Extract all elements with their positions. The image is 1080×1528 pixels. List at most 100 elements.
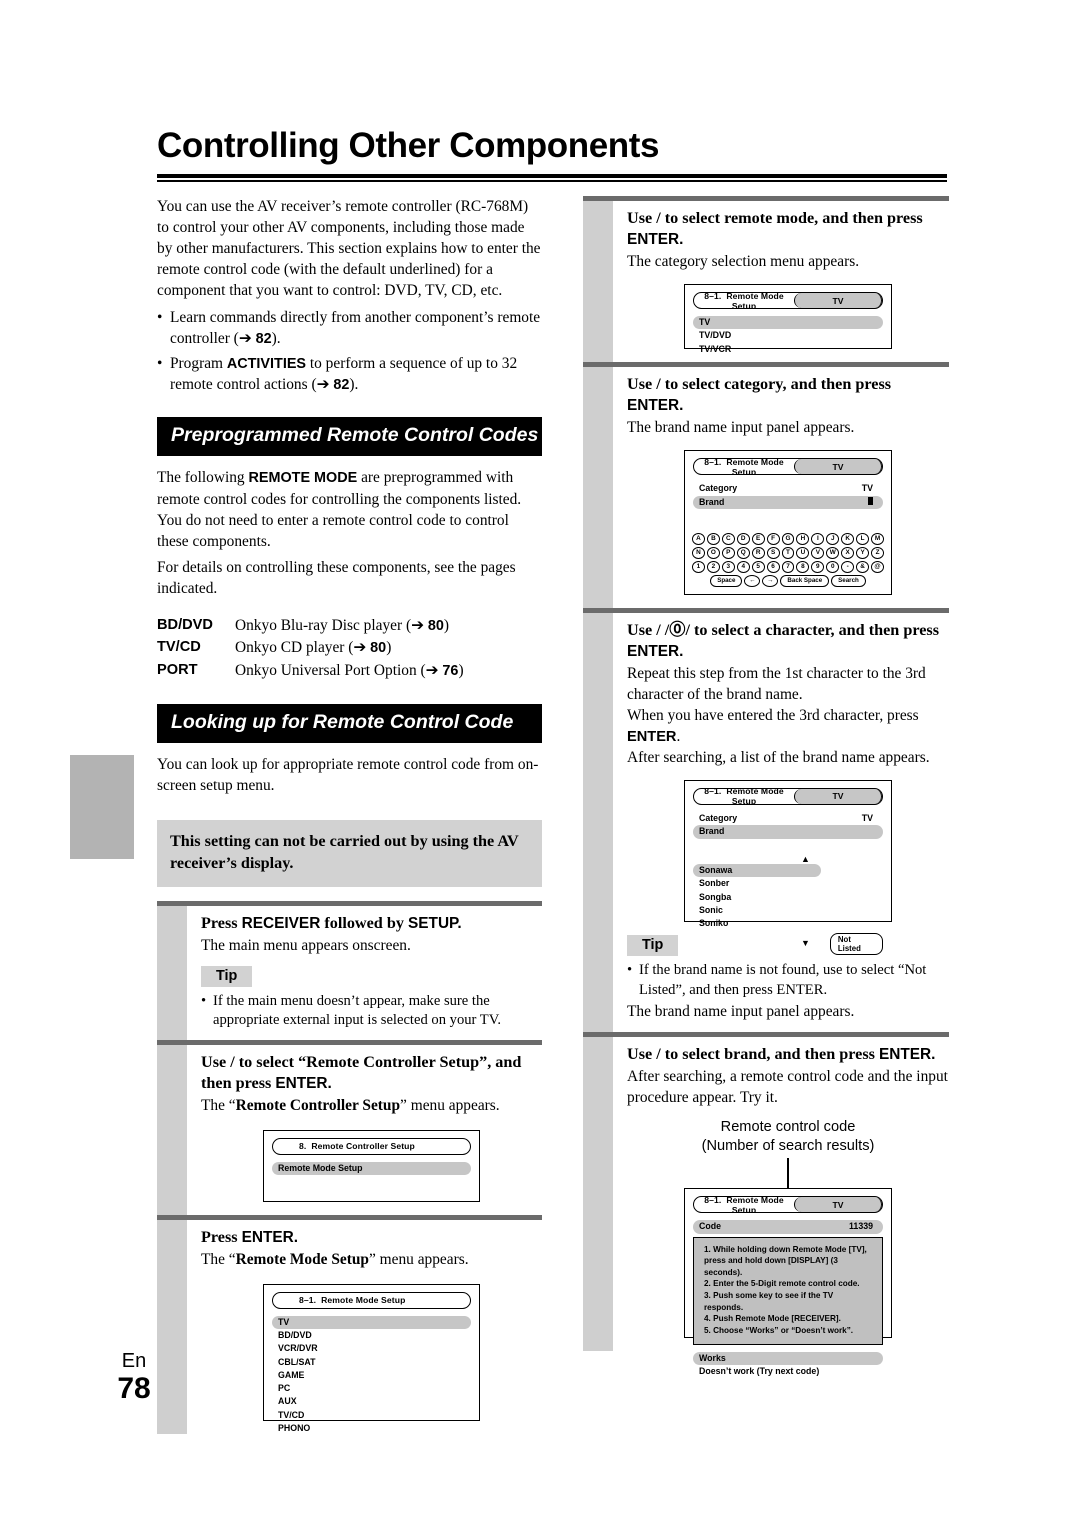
osd-row-label: Category <box>699 812 738 823</box>
key-a[interactable]: A <box>692 532 705 545</box>
osd-row-brand[interactable]: Brand <box>693 825 883 839</box>
step-2-title: Use / to select “Remote Controller Setup… <box>201 1052 522 1092</box>
osd-mode-chip: TV <box>794 788 882 804</box>
osd-onscreen-keyboard: A B C D E F G H I J K L M N O P Q R S T … <box>685 532 891 595</box>
key-1[interactable]: 1 <box>692 560 705 573</box>
osd-menu-item[interactable]: TV <box>272 1315 471 1330</box>
key-7[interactable]: 7 <box>781 560 795 573</box>
key-at[interactable]: @ <box>871 560 884 573</box>
osd-brand-item[interactable]: Sonic <box>693 904 821 917</box>
osd-menu-item[interactable]: AUX <box>272 1395 471 1408</box>
manual-page: Controlling Other Components You can use… <box>0 0 1080 1528</box>
osd-option-works[interactable]: Works <box>693 1351 883 1365</box>
key-4[interactable]: 4 <box>736 560 750 573</box>
osd-row-brand[interactable]: Brand <box>693 495 883 509</box>
key-i[interactable]: I <box>811 532 825 545</box>
key-n[interactable]: N <box>692 546 705 559</box>
key-h[interactable]: H <box>796 532 810 545</box>
key-x[interactable]: X <box>841 546 855 559</box>
key-ampersand[interactable]: & <box>856 560 870 573</box>
key-9[interactable]: 9 <box>811 560 825 573</box>
key-k[interactable]: K <box>841 532 855 545</box>
osd-title-bar: 8–1. Remote Mode Setup TV <box>693 787 883 805</box>
key-b[interactable]: B <box>706 532 720 545</box>
osd-menu-item[interactable]: PC <box>272 1382 471 1395</box>
osd-code-row-wrap: Code 11339 <box>685 1220 891 1234</box>
osd-menu-item[interactable]: PHONO <box>272 1422 471 1435</box>
not-listed-button[interactable]: Not Listed <box>829 932 883 955</box>
key-g[interactable]: G <box>781 532 795 545</box>
key-p[interactable]: P <box>721 546 735 559</box>
mode-description: Onkyo CD player (➔ 80) <box>235 639 392 657</box>
osd-option-doesnt-work[interactable]: Doesn’t work (Try next code) <box>693 1365 883 1378</box>
scroll-down-arrow-icon[interactable]: ▼ <box>801 939 810 948</box>
scroll-up-arrow-icon[interactable]: ▲ <box>801 854 883 864</box>
osd-brand-item[interactable]: Sonawa <box>693 863 821 878</box>
arrow-left-icon[interactable]: ← <box>744 574 761 587</box>
key-e[interactable]: E <box>751 532 765 545</box>
key-0[interactable]: 0 <box>826 560 840 573</box>
step-6-body-3: After searching, a list of the brand nam… <box>627 749 930 766</box>
step-3: Press ENTER. The “Remote Mode Setup” men… <box>157 1219 542 1434</box>
osd-menu-item[interactable]: BD/DVD <box>272 1329 471 1342</box>
osd-menu-item[interactable]: CBL/SAT <box>272 1356 471 1369</box>
key-c[interactable]: C <box>721 532 735 545</box>
key-s[interactable]: S <box>766 546 780 559</box>
key-o[interactable]: O <box>706 546 720 559</box>
osd-row-category: Category TV <box>693 482 883 495</box>
key-q[interactable]: Q <box>736 546 750 559</box>
osd-menu-item[interactable]: Remote Mode Setup <box>272 1161 471 1176</box>
osd-title-bar: 8–1. Remote Mode Setup TV <box>693 292 883 310</box>
key-j[interactable]: J <box>826 532 840 545</box>
key-2[interactable]: 2 <box>706 560 720 573</box>
osd-brand-input-panel: 8–1. Remote Mode Setup TV Category TV Br… <box>684 450 892 596</box>
key-3[interactable]: 3 <box>721 560 735 573</box>
key-6[interactable]: 6 <box>766 560 780 573</box>
key-z[interactable]: Z <box>871 546 884 559</box>
osd-menu-item[interactable]: TV/DVD <box>693 329 883 342</box>
step-7-body: After searching, a remote control code a… <box>627 1068 948 1107</box>
osd-code-result: 8–1. Remote Mode Setup TV Code 11339 1. … <box>684 1188 892 1376</box>
key-v[interactable]: V <box>811 546 825 559</box>
key-5[interactable]: 5 <box>751 560 765 573</box>
key-f[interactable]: F <box>766 532 780 545</box>
key-t[interactable]: T <box>781 546 795 559</box>
arrow-right-icon[interactable]: → <box>762 574 779 587</box>
osd-remote-mode-setup-list: 8–1. Remote Mode Setup TV BD/DVD VCR/DVR… <box>263 1283 480 1433</box>
page-edge-tab-marker <box>70 755 134 859</box>
page-footer: En 78 <box>104 1350 164 1405</box>
osd-brand-item[interactable]: Soniko <box>693 917 821 930</box>
osd-brand-item[interactable]: Sonber <box>693 877 821 890</box>
key-8[interactable]: 8 <box>796 560 810 573</box>
key-back-space[interactable]: Back Space <box>780 574 830 587</box>
key-u[interactable]: U <box>796 546 810 559</box>
instruction-line: press and hold down [DISPLAY] (3 seconds… <box>704 1256 838 1277</box>
key-search[interactable]: Search <box>831 574 866 587</box>
osd-brand-item[interactable]: Songba <box>693 891 821 904</box>
osd-menu-item[interactable]: GAME <box>272 1369 471 1382</box>
key-r[interactable]: R <box>751 546 765 559</box>
key-d[interactable]: D <box>736 532 750 545</box>
key-y[interactable]: Y <box>856 546 870 559</box>
osd-row-value: 11339 <box>849 1221 873 1232</box>
key-hyphen[interactable]: - <box>841 560 855 573</box>
lookup-intro-paragraph: You can look up for appropriate remote c… <box>157 755 539 794</box>
table-row: PORT Onkyo Universal Port Option (➔ 76) <box>157 660 542 683</box>
osd-menu-item[interactable]: VCR/DVR <box>272 1342 471 1355</box>
osd-menu-item[interactable]: TV/CD <box>272 1409 471 1422</box>
osd-menu-item[interactable]: TV/VCR <box>693 343 883 356</box>
osd-menu-item[interactable]: TV <box>693 316 883 330</box>
osd-title: 8–1. Remote Mode Setup <box>704 1196 784 1214</box>
tip-badge: Tip <box>627 934 679 956</box>
osd-title: 8–1. Remote Mode Setup <box>704 787 784 805</box>
key-space[interactable]: Space <box>710 574 743 587</box>
key-l[interactable]: L <box>856 532 870 545</box>
caution-note-box: This setting can not be carried out by u… <box>157 819 542 887</box>
intro-bullet-list: Learn commands directly from another com… <box>157 307 542 396</box>
step-6-title: Use / /⓪/ to select a character, and the… <box>627 621 940 661</box>
key-m[interactable]: M <box>871 532 884 545</box>
key-w[interactable]: W <box>826 546 840 559</box>
osd-title-bar: 8–1. Remote Mode Setup <box>272 1291 471 1309</box>
step-1-body: The main menu appears onscreen. <box>201 936 411 954</box>
osd-menu-list: Remote Mode Setup <box>264 1161 479 1183</box>
